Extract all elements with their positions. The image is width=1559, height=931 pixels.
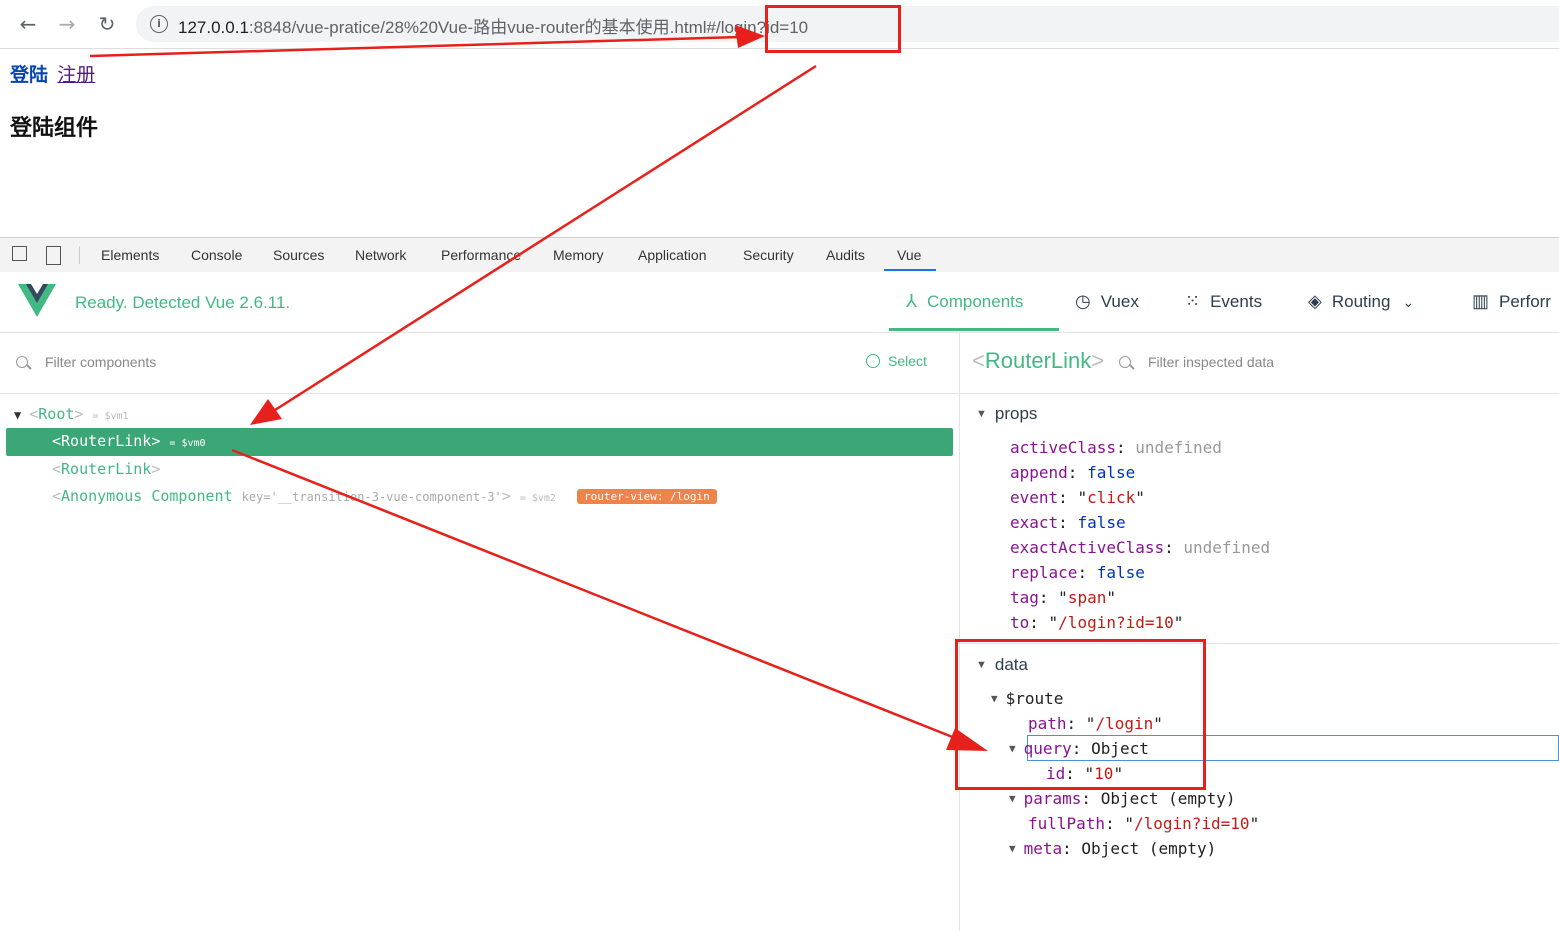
- arrow-to-routerlink: [250, 64, 817, 425]
- arrow-to-url: [89, 25, 765, 58]
- annotation-arrows: [89, 25, 988, 751]
- arrow-to-query: [231, 448, 988, 751]
